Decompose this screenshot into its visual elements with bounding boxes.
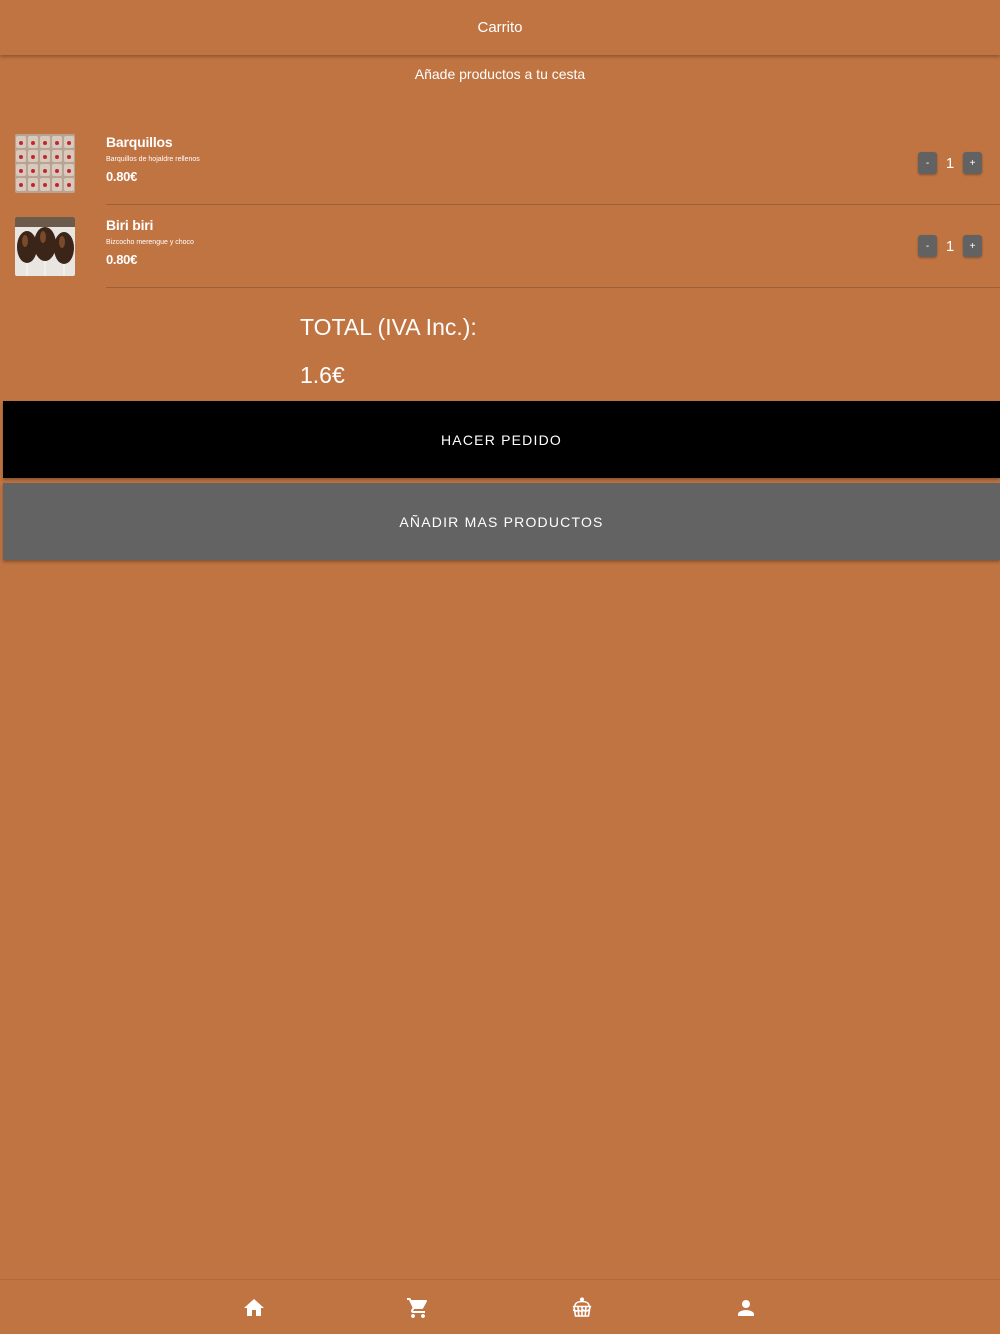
increase-quantity-button[interactable]: + [963, 235, 982, 257]
product-description: Bizcocho merengue y choco [106, 239, 194, 246]
quantity-stepper: - 1 + [918, 152, 982, 174]
total-label: TOTAL (IVA Inc.): [300, 314, 477, 340]
cart-screen: Carrito Añade productos a tu cesta Barqu… [0, 0, 1000, 1334]
total-value: 1.6€ [300, 362, 345, 388]
top-app-bar: Carrito [0, 0, 1000, 55]
place-order-button[interactable]: HACER PEDIDO [3, 401, 1000, 478]
item-divider [106, 287, 1000, 288]
product-name: Barquillos [106, 134, 173, 150]
decrease-quantity-button[interactable]: - [918, 235, 937, 257]
page-title: Carrito [477, 19, 523, 36]
product-image-biri-biri[interactable] [15, 217, 75, 276]
quantity-value: 1 [945, 154, 955, 172]
nav-profile[interactable] [716, 1280, 776, 1334]
user-icon [738, 1299, 754, 1316]
bottom-navigation [0, 1279, 1000, 1334]
increase-quantity-button[interactable]: + [963, 152, 982, 174]
decrease-quantity-button[interactable]: - [918, 152, 937, 174]
quantity-stepper: - 1 + [918, 235, 982, 257]
product-name: Biri biri [106, 217, 154, 233]
cart-item: Barquillos Barquillos de hojaldre rellen… [0, 122, 1000, 205]
product-info: Barquillos Barquillos de hojaldre rellen… [106, 134, 706, 185]
home-icon [244, 1298, 264, 1316]
product-description: Barquillos de hojaldre rellenos [106, 156, 200, 163]
cart-icon [407, 1297, 428, 1318]
nav-home[interactable] [224, 1280, 284, 1334]
cake-icon [572, 1296, 592, 1317]
product-price: 0.80€ [106, 169, 138, 184]
product-info: Biri biri Bizcocho merengue y choco 0.80… [106, 217, 706, 268]
cart-subtitle: Añade productos a tu cesta [414, 66, 586, 82]
product-price: 0.80€ [106, 252, 138, 267]
place-order-label: HACER PEDIDO [441, 431, 562, 448]
nav-cart[interactable] [388, 1280, 448, 1334]
add-more-products-button[interactable]: AÑADIR MAS PRODUCTOS [3, 483, 1000, 560]
nav-products[interactable] [552, 1280, 612, 1334]
add-more-products-label: AÑADIR MAS PRODUCTOS [399, 513, 604, 530]
product-image-barquillos[interactable] [15, 134, 75, 193]
quantity-value: 1 [945, 237, 955, 255]
cart-item: Biri biri Bizcocho merengue y choco 0.80… [0, 205, 1000, 288]
